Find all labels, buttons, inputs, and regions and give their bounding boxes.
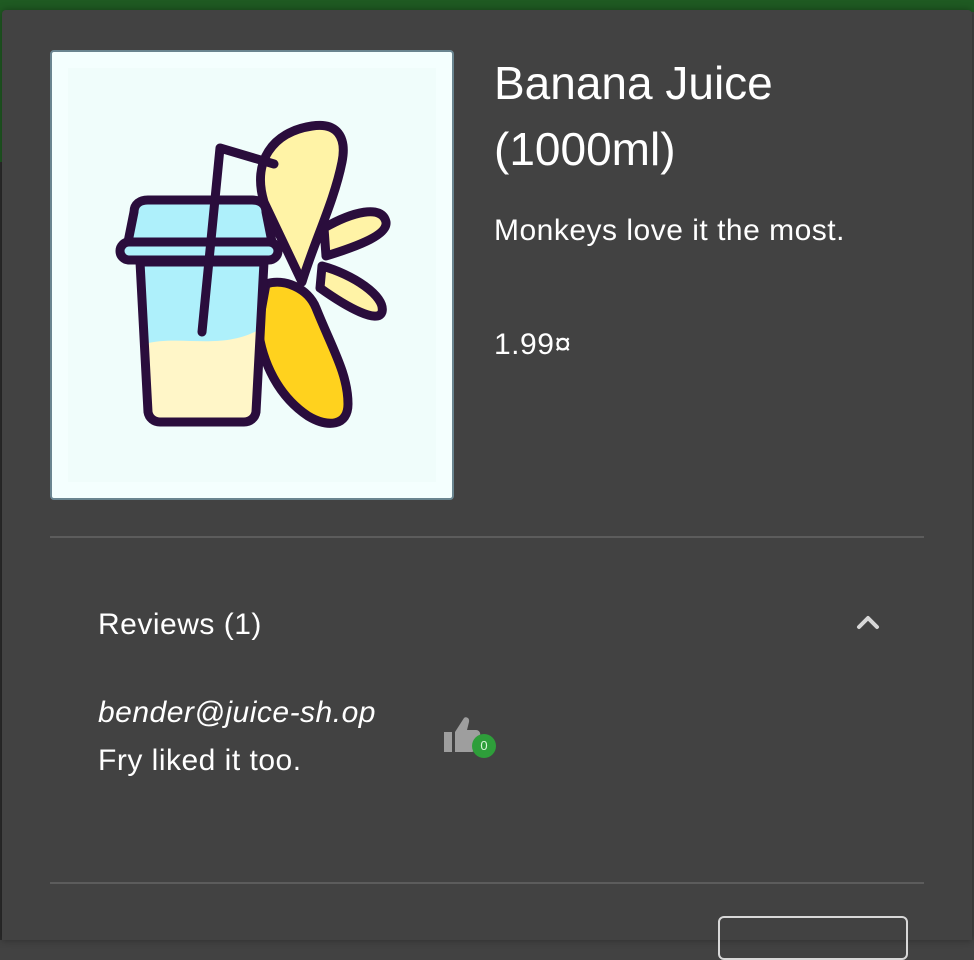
reviews-expansion-panel: Reviews (1) bender@juice-sh.op Fry liked… [50, 540, 924, 884]
divider [50, 882, 924, 884]
chevron-up-icon[interactable] [856, 612, 880, 632]
product-image [50, 50, 454, 500]
banana-juice-cup-icon [68, 68, 436, 482]
like-count-badge: 0 [472, 734, 496, 758]
product-price: 1.99¤ [494, 328, 572, 361]
divider [50, 536, 924, 538]
reviews-header[interactable]: Reviews (1) [98, 608, 262, 642]
review-text: Fry liked it too. [98, 744, 302, 777]
review-author: bender@juice-sh.op [98, 696, 376, 729]
product-details-dialog: Banana Juice (1000ml) Monkeys love it th… [2, 10, 972, 940]
product-title: Banana Juice (1000ml) [494, 57, 773, 175]
product-description: Monkeys love it the most. [494, 214, 845, 247]
like-review-button[interactable]: 0 [442, 714, 506, 764]
close-button[interactable] [718, 916, 908, 960]
